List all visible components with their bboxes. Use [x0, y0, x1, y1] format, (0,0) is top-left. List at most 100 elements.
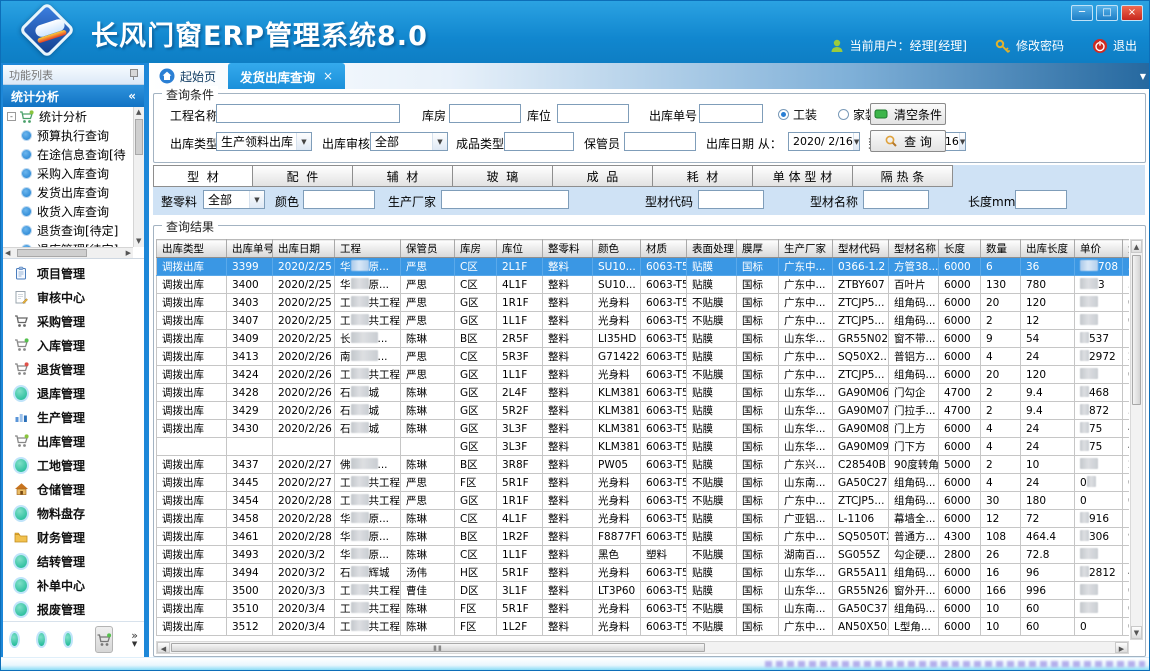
- cell[interactable]: 6063-T5: [641, 384, 687, 402]
- cell[interactable]: G区: [455, 402, 497, 420]
- cell[interactable]: AN50X50X2: [833, 618, 889, 636]
- cell[interactable]: 陈琳: [401, 456, 455, 474]
- cell[interactable]: 3413: [227, 348, 273, 366]
- cell[interactable]: LT3P60: [593, 582, 641, 600]
- cell[interactable]: 3454: [227, 492, 273, 510]
- cell[interactable]: 4700: [939, 384, 981, 402]
- logout-button[interactable]: 退出: [1092, 37, 1137, 54]
- cell[interactable]: 3430: [227, 420, 273, 438]
- cell[interactable]: SU10...: [593, 276, 641, 294]
- column-header-膜厚[interactable]: 膜厚: [737, 240, 779, 258]
- sidebar-item-工地管理[interactable]: 工地管理: [3, 453, 144, 477]
- cell[interactable]: 2020/2/28: [273, 492, 335, 510]
- cell[interactable]: 调拨出库: [157, 618, 227, 636]
- cell[interactable]: 贴膜: [687, 258, 737, 276]
- cell[interactable]: 塑料: [641, 546, 687, 564]
- cell[interactable]: 华原...: [335, 510, 401, 528]
- cell[interactable]: ZTBY607: [833, 276, 889, 294]
- cell[interactable]: 国标: [737, 312, 779, 330]
- cell[interactable]: 6000: [939, 510, 981, 528]
- cell[interactable]: GR55N02: [833, 330, 889, 348]
- cell[interactable]: B区: [455, 528, 497, 546]
- cell[interactable]: 3445: [227, 474, 273, 492]
- cell[interactable]: 6063-T5: [641, 474, 687, 492]
- cell[interactable]: 贴膜: [687, 384, 737, 402]
- cell[interactable]: 贴膜: [687, 330, 737, 348]
- cell[interactable]: 2020/2/26: [273, 384, 335, 402]
- cell[interactable]: 4300: [939, 528, 981, 546]
- cell[interactable]: 门勾企: [889, 384, 939, 402]
- cell[interactable]: 6000: [939, 492, 981, 510]
- cell[interactable]: 90度转角: [889, 456, 939, 474]
- cell[interactable]: SU10...: [593, 258, 641, 276]
- cell[interactable]: 光身料: [593, 366, 641, 384]
- table-row[interactable]: 调拨出库34942020/3/2石辉城汤伟H区5R1F整料光身料6063-T5贴…: [157, 564, 1130, 582]
- cell[interactable]: 不贴膜: [687, 600, 737, 618]
- cell[interactable]: 6000: [939, 366, 981, 384]
- cell[interactable]: 整料: [543, 276, 593, 294]
- cell[interactable]: 72: [1021, 510, 1075, 528]
- cell[interactable]: 陈琳: [401, 510, 455, 528]
- cell[interactable]: 60: [1021, 600, 1075, 618]
- cell[interactable]: 0366-1.2: [833, 258, 889, 276]
- column-header-保管员[interactable]: 保管员: [401, 240, 455, 258]
- cell[interactable]: 陈琳: [401, 528, 455, 546]
- cell[interactable]: 方管38...: [889, 258, 939, 276]
- tree-vertical-scrollbar[interactable]: ▲ ▼: [133, 107, 144, 247]
- cell[interactable]: 不贴膜: [687, 294, 737, 312]
- cell[interactable]: 国标: [737, 564, 779, 582]
- statistics-group-header[interactable]: 统计分析 «: [3, 85, 144, 107]
- cell[interactable]: 调拨出库: [157, 600, 227, 618]
- cell[interactable]: 广东兴...: [779, 456, 833, 474]
- cell[interactable]: [401, 438, 455, 456]
- cell[interactable]: 708: [1075, 258, 1123, 276]
- cell[interactable]: 整料: [543, 564, 593, 582]
- cell[interactable]: 门上方: [889, 420, 939, 438]
- tree-item-在途信息查询[待[interactable]: 在途信息查询[待: [3, 145, 133, 164]
- cell[interactable]: 国标: [737, 546, 779, 564]
- cell[interactable]: 门下方: [889, 438, 939, 456]
- cell[interactable]: F区: [455, 474, 497, 492]
- cell[interactable]: 5R1F: [497, 564, 543, 582]
- cell[interactable]: 6000: [939, 474, 981, 492]
- cell[interactable]: 0: [1123, 600, 1130, 618]
- cell[interactable]: LI35HD: [593, 330, 641, 348]
- cell[interactable]: 贴膜: [687, 420, 737, 438]
- cell[interactable]: 国标: [737, 582, 779, 600]
- sidebar-item-审核中心[interactable]: 审核中心: [3, 285, 144, 309]
- table-row[interactable]: 调拨出库34582020/2/28华原...陈琳C区4L1F整料光身料6063-…: [157, 510, 1130, 528]
- cell[interactable]: 调拨出库: [157, 564, 227, 582]
- cell[interactable]: 广东中...: [779, 492, 833, 510]
- cell[interactable]: 9: [981, 330, 1021, 348]
- cell[interactable]: C区: [455, 258, 497, 276]
- cell[interactable]: 工共工程: [335, 366, 401, 384]
- cell[interactable]: [1075, 294, 1123, 312]
- cell[interactable]: 贴膜: [687, 438, 737, 456]
- table-row[interactable]: 调拨出库34452020/2/27工共工程严思F区5R1F整料光身料6063-T…: [157, 474, 1130, 492]
- audit-select[interactable]: 全部▼: [370, 132, 448, 151]
- cell[interactable]: 组角码...: [889, 312, 939, 330]
- cell[interactable]: GR55N26: [833, 582, 889, 600]
- cell[interactable]: 3437: [227, 456, 273, 474]
- cell[interactable]: 2020/2/25: [273, 258, 335, 276]
- cell[interactable]: GA90M07...: [833, 402, 889, 420]
- column-header-长度[interactable]: 长度: [939, 240, 981, 258]
- cell[interactable]: 石城: [335, 402, 401, 420]
- cell[interactable]: G区: [455, 312, 497, 330]
- cell[interactable]: 3424: [227, 366, 273, 384]
- cell[interactable]: 严思: [401, 348, 455, 366]
- color-input[interactable]: [303, 190, 375, 209]
- cell[interactable]: 12: [1021, 312, 1075, 330]
- cell[interactable]: C区: [455, 510, 497, 528]
- cell[interactable]: 306: [1075, 528, 1123, 546]
- cell[interactable]: 6000: [939, 258, 981, 276]
- cell[interactable]: 4: [981, 474, 1021, 492]
- cell[interactable]: ZTCJP5...: [833, 366, 889, 384]
- cell[interactable]: 0: [1123, 474, 1130, 492]
- sidebar-item-出库管理[interactable]: 出库管理: [3, 429, 144, 453]
- cell[interactable]: KLM3817: [593, 420, 641, 438]
- keeper-input[interactable]: [624, 132, 696, 151]
- column-header-库位[interactable]: 库位: [497, 240, 543, 258]
- cell[interactable]: 整料: [543, 528, 593, 546]
- cell[interactable]: G区: [455, 420, 497, 438]
